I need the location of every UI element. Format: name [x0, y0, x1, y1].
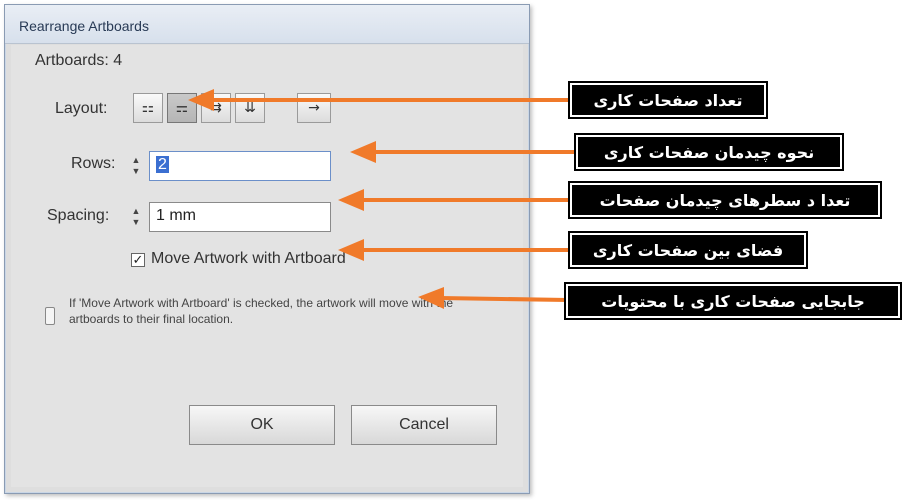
arrow-move-artwork	[438, 296, 570, 302]
arrowhead-move-artwork	[418, 287, 444, 309]
arrowhead-rows	[338, 189, 364, 211]
callout-rows: تعدا د سطرهای چیدمان صفحات	[568, 181, 882, 219]
arrowhead-layout	[350, 141, 376, 163]
callout-artboard-count: تعداد صفحات کاری	[568, 81, 768, 119]
arrowhead-spacing	[338, 239, 364, 261]
callout-layout: نحوه چیدمان صفحات کاری	[574, 133, 844, 171]
callout-spacing: فضای بین صفحات کاری	[568, 231, 808, 269]
callout-move-artwork: جابجایی صفحات کاری با محتویات	[564, 282, 902, 320]
arrowhead-artboards	[188, 89, 214, 111]
